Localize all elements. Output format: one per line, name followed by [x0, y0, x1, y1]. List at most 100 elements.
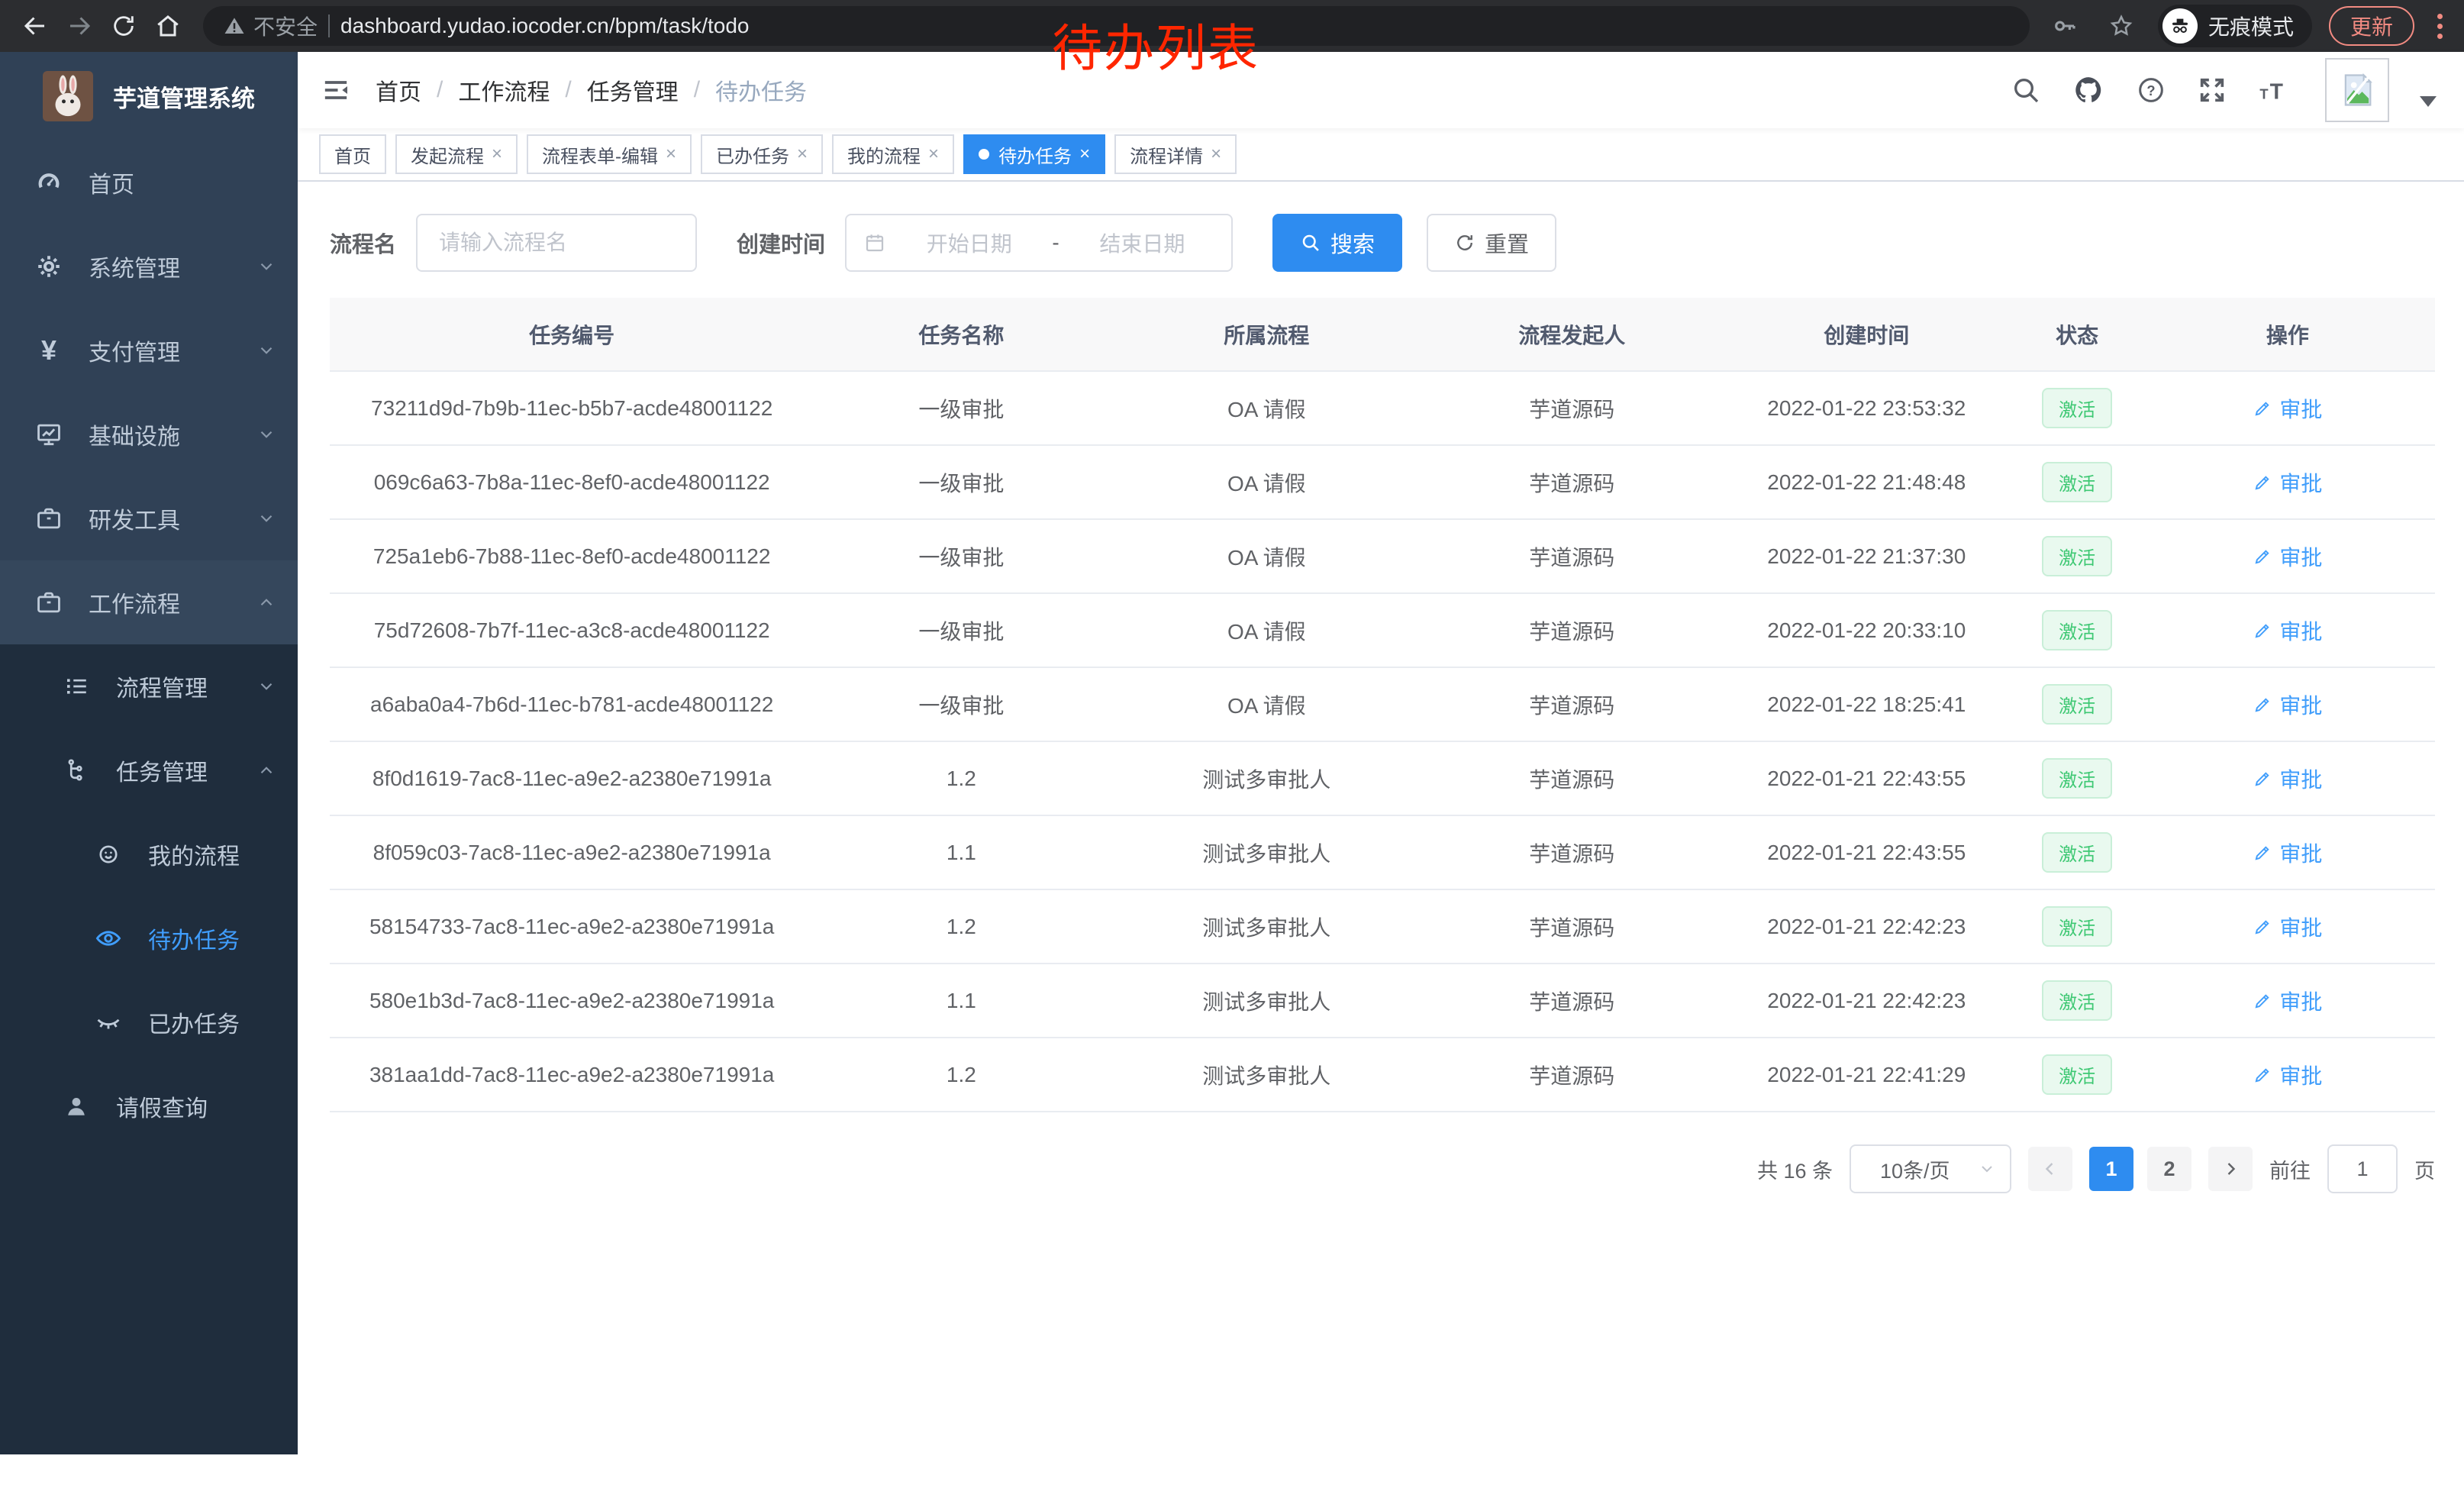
tab-6[interactable]: 流程详情× — [1114, 134, 1237, 174]
search-button-label: 搜索 — [1330, 227, 1375, 259]
sidebar-item-leave-query[interactable]: 请假查询 — [0, 1064, 298, 1148]
table-row: 8f059c03-7ac8-11ec-a9e2-a2380e71991a1.1测… — [330, 815, 2435, 889]
breadcrumb-workflow[interactable]: 工作流程 — [458, 73, 550, 107]
table-row: 58154733-7ac8-11ec-a9e2-a2380e71991a1.2测… — [330, 889, 2435, 964]
reload-icon[interactable] — [104, 6, 144, 46]
page-button-2[interactable]: 2 — [2147, 1147, 2191, 1191]
tab-5[interactable]: 待办任务× — [963, 134, 1105, 174]
goto-page-input[interactable] — [2327, 1144, 2398, 1193]
gear-icon — [31, 253, 67, 280]
status-badge: 激活 — [2042, 684, 2112, 725]
tab-3[interactable]: 已办任务× — [701, 134, 823, 174]
breadcrumb-home[interactable]: 首页 — [376, 73, 421, 107]
avatar[interactable] — [2325, 58, 2389, 122]
tab-close-icon[interactable]: × — [666, 144, 676, 165]
password-key-icon[interactable] — [2045, 6, 2085, 46]
sidebar-item-process-mgmt[interactable]: 流程管理 — [0, 644, 298, 728]
reset-button[interactable]: 重置 — [1427, 214, 1556, 272]
search-icon[interactable] — [2011, 75, 2041, 105]
app-logo — [43, 71, 93, 121]
tab-0[interactable]: 首页 — [319, 134, 386, 174]
pen-icon — [2253, 991, 2272, 1011]
approve-link[interactable]: 审批 — [2253, 912, 2322, 942]
svg-text:T: T — [2270, 80, 2283, 105]
sidebar-item-workflow[interactable]: 工作流程 — [0, 560, 298, 644]
approve-link[interactable]: 审批 — [2253, 393, 2322, 424]
tab-close-icon[interactable]: × — [1079, 144, 1090, 165]
cell-action: 审批 — [2140, 964, 2435, 1038]
app-logo-row[interactable]: 芋道管理系统 — [0, 52, 298, 140]
avatar-caret-icon[interactable] — [2420, 96, 2437, 107]
tab-close-icon[interactable]: × — [928, 144, 939, 165]
tab-close-icon[interactable]: × — [492, 144, 502, 165]
approve-link[interactable]: 审批 — [2253, 615, 2322, 646]
sidebar-item-devtools[interactable]: 研发工具 — [0, 476, 298, 560]
cell-starter: 芋道源码 — [1424, 519, 1719, 593]
approve-link[interactable]: 审批 — [2253, 467, 2322, 498]
cell-status: 激活 — [2014, 519, 2140, 593]
sidebar-item-system[interactable]: 系统管理 — [0, 224, 298, 308]
chevron-down-icon — [256, 676, 276, 696]
incognito-badge: 无痕模式 — [2158, 5, 2312, 47]
next-page-button[interactable] — [2208, 1147, 2253, 1191]
cell-task-name: 一级审批 — [814, 593, 1108, 667]
update-button[interactable]: 更新 — [2329, 6, 2414, 46]
tab-2[interactable]: 流程表单-编辑× — [527, 134, 692, 174]
date-range-input[interactable]: 开始日期 - 结束日期 — [845, 214, 1233, 272]
approve-label: 审批 — [2279, 838, 2322, 868]
sidebar-item-todo-tasks[interactable]: 待办任务 — [0, 896, 298, 980]
approve-label: 审批 — [2279, 541, 2322, 572]
approve-link[interactable]: 审批 — [2253, 541, 2322, 572]
github-icon[interactable] — [2072, 73, 2105, 107]
bookmark-star-icon[interactable] — [2101, 6, 2141, 46]
cell-process: 测试多审批人 — [1108, 889, 1424, 964]
sidebar-item-infra[interactable]: 基础设施 — [0, 392, 298, 476]
page-button-1[interactable]: 1 — [2089, 1147, 2133, 1191]
help-icon[interactable]: ? — [2136, 75, 2166, 105]
table-row: 73211d9d-7b9b-11ec-b5b7-acde48001122一级审批… — [330, 371, 2435, 445]
cell-action: 审批 — [2140, 1038, 2435, 1112]
cell-starter: 芋道源码 — [1424, 593, 1719, 667]
filter-bar: 流程名 创建时间 开始日期 - 结束日期 搜索 重置 — [330, 214, 2435, 272]
breadcrumb-task-mgmt[interactable]: 任务管理 — [587, 73, 679, 107]
eye-icon — [90, 924, 127, 953]
tab-4[interactable]: 我的流程× — [832, 134, 954, 174]
pen-icon — [2253, 843, 2272, 863]
home-icon[interactable] — [148, 6, 188, 46]
approve-link[interactable]: 审批 — [2253, 763, 2322, 794]
sidebar-item-payment[interactable]: ¥ 支付管理 — [0, 308, 298, 392]
chevron-up-icon — [256, 592, 276, 612]
approve-link[interactable]: 审批 — [2253, 838, 2322, 868]
pen-icon — [2253, 695, 2272, 715]
browser-menu-icon[interactable] — [2431, 14, 2449, 39]
page-size-select[interactable]: 10条/页 — [1850, 1144, 2011, 1193]
approve-link[interactable]: 审批 — [2253, 986, 2322, 1016]
sidebar-item-done-tasks[interactable]: 已办任务 — [0, 980, 298, 1064]
cell-action: 审批 — [2140, 889, 2435, 964]
sidebar-collapse-icon[interactable] — [321, 75, 351, 105]
forward-icon[interactable] — [60, 6, 99, 46]
font-size-icon[interactable]: TT — [2258, 75, 2295, 105]
cell-task-name: 一级审批 — [814, 371, 1108, 445]
prev-page-button[interactable] — [2028, 1147, 2072, 1191]
list-icon — [58, 673, 95, 700]
process-name-input[interactable] — [416, 214, 697, 272]
search-button[interactable]: 搜索 — [1272, 214, 1402, 272]
approve-link[interactable]: 审批 — [2253, 689, 2322, 720]
address-bar[interactable]: 不安全 dashboard.yudao.iocoder.cn/bpm/task/… — [203, 6, 2030, 46]
sidebar: 芋道管理系统 首页 系统管理 ¥ 支付管理 — [0, 52, 298, 1454]
tab-close-icon[interactable]: × — [1211, 144, 1221, 165]
tab-close-icon[interactable]: × — [797, 144, 808, 165]
dashboard-icon — [31, 168, 67, 197]
sidebar-item-home[interactable]: 首页 — [0, 140, 298, 224]
security-warning[interactable]: 不安全 — [223, 11, 318, 41]
tab-1[interactable]: 发起流程× — [395, 134, 518, 174]
breadcrumb-separator: / — [694, 77, 700, 103]
sidebar-item-my-process[interactable]: 我的流程 — [0, 812, 298, 896]
fullscreen-icon[interactable] — [2197, 75, 2227, 105]
back-icon[interactable] — [15, 6, 55, 46]
cell-status: 激活 — [2014, 667, 2140, 741]
approve-link[interactable]: 审批 — [2253, 1060, 2322, 1090]
sidebar-item-label: 流程管理 — [116, 670, 208, 703]
sidebar-item-task-mgmt[interactable]: 任务管理 — [0, 728, 298, 812]
